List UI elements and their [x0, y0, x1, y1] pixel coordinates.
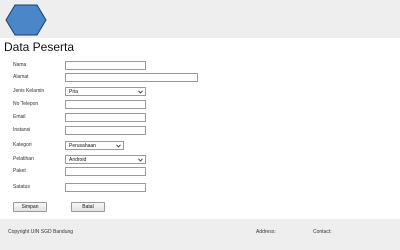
status-label: Satatus: [13, 184, 30, 190]
form-actions: Simpan Batal: [0, 202, 400, 214]
pelatihan-select[interactable]: Android: [65, 155, 146, 164]
no-telepon-label: No Telepon: [13, 101, 39, 107]
footer-contact: Contact:: [313, 229, 332, 235]
alamat-input[interactable]: [65, 73, 198, 82]
form-row-instansi: Instansi: [0, 126, 400, 138]
kategori-select[interactable]: Perusahaan: [65, 141, 124, 150]
simpan-button[interactable]: Simpan: [13, 202, 47, 212]
status-input[interactable]: [65, 183, 146, 192]
form-row-pelatihan: Pelatihan Android: [0, 155, 400, 167]
pelatihan-label: Pelatihan: [13, 156, 34, 162]
header-bar: [0, 0, 400, 38]
email-input[interactable]: [65, 113, 146, 122]
nama-input[interactable]: [65, 61, 146, 70]
paket-input[interactable]: [65, 167, 146, 176]
hexagon-logo-icon: [5, 4, 47, 36]
page-title: Data Peserta: [4, 40, 75, 54]
paket-label: Paket: [13, 168, 26, 174]
batal-button[interactable]: Batal: [71, 202, 105, 212]
chevron-down-icon: [116, 144, 121, 148]
kategori-label: Kategori: [13, 142, 32, 148]
form-row-jenis-kelamin: Jenis Kelamin Pria: [0, 87, 400, 99]
instansi-input[interactable]: [65, 126, 146, 135]
chevron-down-icon: [138, 158, 143, 162]
footer-address: Address:: [256, 229, 276, 235]
form-row-status: Satatus: [0, 183, 400, 195]
form-row-no-telepon: No Telepon: [0, 100, 400, 112]
pelatihan-selected: Android: [69, 157, 87, 163]
email-label: Email: [13, 114, 26, 120]
form-row-alamat: Alamat: [0, 73, 400, 85]
jenis-kelamin-selected: Pria: [69, 89, 78, 95]
jenis-kelamin-select[interactable]: Pria: [65, 87, 146, 96]
form-row-email: Email: [0, 113, 400, 125]
footer-bar: Copyright UIN SGD Bandung Address: Conta…: [0, 219, 400, 250]
kategori-selected: Perusahaan: [69, 143, 96, 149]
footer-copyright: Copyright UIN SGD Bandung: [8, 229, 74, 235]
form-row-nama: Nama: [0, 61, 400, 73]
nama-label: Nama: [13, 62, 27, 68]
instansi-label: Instansi: [13, 127, 31, 133]
form-row-kategori: Kategori Perusahaan: [0, 141, 400, 153]
form-row-paket: Paket: [0, 167, 400, 179]
jenis-kelamin-label: Jenis Kelamin: [13, 88, 45, 94]
chevron-down-icon: [138, 90, 143, 94]
alamat-label: Alamat: [13, 74, 29, 80]
no-telepon-input[interactable]: [65, 100, 146, 109]
